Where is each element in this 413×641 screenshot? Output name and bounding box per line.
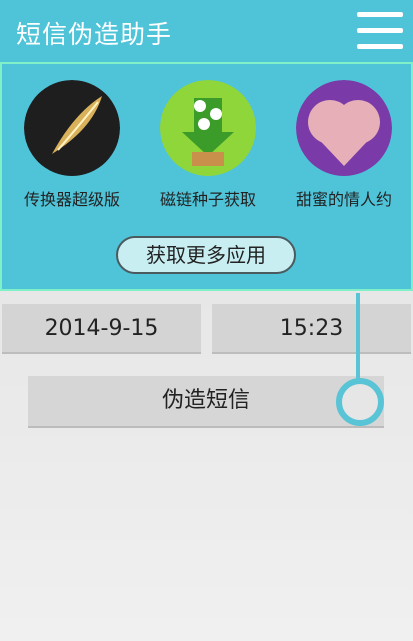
feather-icon (24, 80, 120, 176)
forge-sms-button[interactable]: 伪造短信 (28, 376, 384, 428)
floating-ring-icon[interactable] (336, 378, 384, 426)
promo-app-label: 甜蜜的情人约 (295, 190, 392, 209)
time-picker[interactable]: 15:23 (212, 304, 411, 354)
promo-app-label: 磁链种子获取 (159, 190, 256, 209)
download-box-icon (160, 80, 256, 176)
promo-app-3[interactable]: 甜蜜的情人约 (274, 76, 413, 226)
heart-icon (296, 80, 392, 176)
floating-handle-line (356, 293, 360, 383)
promo-app-2[interactable]: 磁链种子获取 (138, 76, 278, 226)
promo-app-label: 传换器超级版 (23, 190, 120, 209)
app-bar: 短信伪造助手 (0, 0, 413, 62)
promo-panel: 传换器超级版 磁链种子获取 甜蜜的情人约 获取更多应用 (0, 62, 413, 291)
app-title: 短信伪造助手 (16, 20, 173, 49)
menu-icon[interactable] (357, 10, 403, 52)
promo-app-1[interactable]: 传换器超级版 (2, 76, 142, 226)
date-picker[interactable]: 2014-9-15 (2, 304, 201, 354)
more-apps-button[interactable]: 获取更多应用 (116, 236, 296, 274)
